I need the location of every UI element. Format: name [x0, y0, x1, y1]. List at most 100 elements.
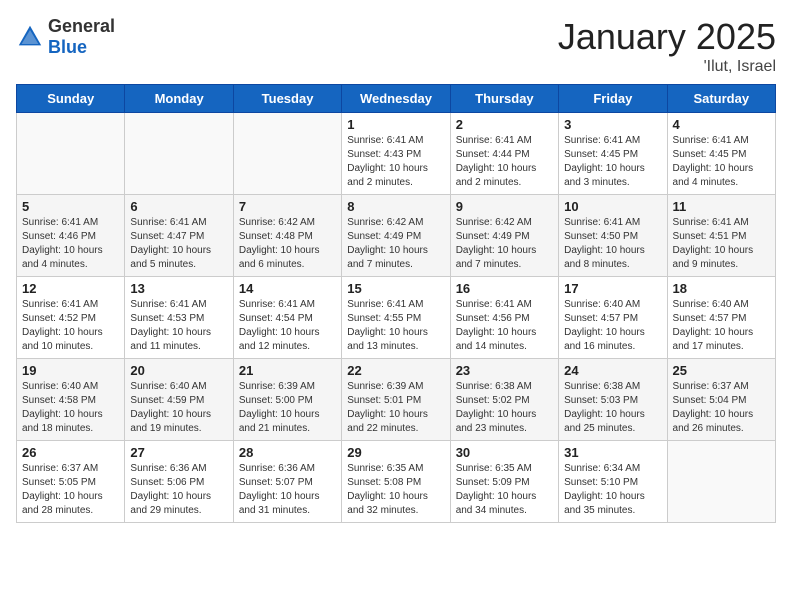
- calendar-cell: 5 Sunrise: 6:41 AM Sunset: 4:46 PM Daylig…: [17, 195, 125, 277]
- calendar-week-row: 19 Sunrise: 6:40 AM Sunset: 4:58 PM Dayli…: [17, 359, 776, 441]
- day-of-week-header: Saturday: [667, 85, 775, 113]
- calendar: SundayMondayTuesdayWednesdayThursdayFrid…: [16, 84, 776, 523]
- day-of-week-header: Monday: [125, 85, 233, 113]
- day-number: 29: [347, 445, 444, 460]
- calendar-cell: 25Sunrise: 6:37 AM Sunset: 5:04 PM Dayli…: [667, 359, 775, 441]
- calendar-cell: 13 Sunrise: 6:41 AM Sunset: 4:53 PM Dayli…: [125, 277, 233, 359]
- calendar-cell: 9 Sunrise: 6:42 AM Sunset: 4:49 PM Daylig…: [450, 195, 558, 277]
- day-info: Sunrise: 6:35 AM Sunset: 5:08 PM Dayligh…: [347, 462, 444, 518]
- calendar-cell: 20 Sunrise: 6:40 AM Sunset: 4:59 PM Dayli…: [125, 359, 233, 441]
- calendar-cell: 18 Sunrise: 6:40 AM Sunset: 4:57 PM Dayli…: [667, 277, 775, 359]
- day-number: 26: [22, 445, 119, 460]
- calendar-cell: [125, 113, 233, 195]
- day-info: Sunrise: 6:34 AM Sunset: 5:10 PM Dayligh…: [564, 462, 661, 518]
- logo: General Blue: [16, 16, 115, 58]
- calendar-header-row: SundayMondayTuesdayWednesdayThursdayFrid…: [17, 85, 776, 113]
- calendar-week-row: 26 Sunrise: 6:37 AM Sunset: 5:05 PM Dayli…: [17, 441, 776, 523]
- day-info: Sunrise: 6:41 AM Sunset: 4:55 PM Dayligh…: [347, 298, 444, 354]
- calendar-cell: 19 Sunrise: 6:40 AM Sunset: 4:58 PM Dayli…: [17, 359, 125, 441]
- day-number: 31: [564, 445, 661, 460]
- day-number: 22: [347, 363, 444, 378]
- day-info: Sunrise: 6:40 AM Sunset: 4:59 PM Dayligh…: [130, 380, 227, 436]
- calendar-cell: 14 Sunrise: 6:41 AM Sunset: 4:54 PM Dayli…: [233, 277, 341, 359]
- calendar-cell: 29 Sunrise: 6:35 AM Sunset: 5:08 PM Dayli…: [342, 441, 450, 523]
- day-number: 21: [239, 363, 336, 378]
- day-number: 4: [673, 117, 770, 132]
- day-info: Sunrise: 6:41 AM Sunset: 4:53 PM Dayligh…: [130, 298, 227, 354]
- day-number: 17: [564, 281, 661, 296]
- day-of-week-header: Tuesday: [233, 85, 341, 113]
- day-info: Sunrise: 6:42 AM Sunset: 4:48 PM Dayligh…: [239, 216, 336, 272]
- logo-general: General: [48, 16, 115, 36]
- day-number: 15: [347, 281, 444, 296]
- title-location: 'Ilut, Israel: [558, 58, 776, 76]
- calendar-cell: [667, 441, 775, 523]
- calendar-cell: 16Sunrise: 6:41 AM Sunset: 4:56 PM Dayli…: [450, 277, 558, 359]
- day-number: 7: [239, 199, 336, 214]
- day-number: 13: [130, 281, 227, 296]
- calendar-cell: 12 Sunrise: 6:41 AM Sunset: 4:52 PM Dayli…: [17, 277, 125, 359]
- day-number: 11: [673, 199, 770, 214]
- calendar-cell: 6 Sunrise: 6:41 AM Sunset: 4:47 PM Daylig…: [125, 195, 233, 277]
- calendar-cell: 4 Sunrise: 6:41 AM Sunset: 4:45 PM Daylig…: [667, 113, 775, 195]
- calendar-week-row: 12 Sunrise: 6:41 AM Sunset: 4:52 PM Dayli…: [17, 277, 776, 359]
- day-info: Sunrise: 6:36 AM Sunset: 5:06 PM Dayligh…: [130, 462, 227, 518]
- calendar-cell: 28Sunrise: 6:36 AM Sunset: 5:07 PM Dayli…: [233, 441, 341, 523]
- day-info: Sunrise: 6:41 AM Sunset: 4:45 PM Dayligh…: [673, 134, 770, 190]
- day-info: Sunrise: 6:42 AM Sunset: 4:49 PM Dayligh…: [347, 216, 444, 272]
- day-number: 5: [22, 199, 119, 214]
- day-number: 24: [564, 363, 661, 378]
- day-number: 3: [564, 117, 661, 132]
- calendar-cell: 23 Sunrise: 6:38 AM Sunset: 5:02 PM Dayli…: [450, 359, 558, 441]
- day-number: 23: [456, 363, 553, 378]
- day-info: Sunrise: 6:39 AM Sunset: 5:01 PM Dayligh…: [347, 380, 444, 436]
- calendar-cell: 15 Sunrise: 6:41 AM Sunset: 4:55 PM Dayli…: [342, 277, 450, 359]
- calendar-cell: 22 Sunrise: 6:39 AM Sunset: 5:01 PM Dayli…: [342, 359, 450, 441]
- day-info: Sunrise: 6:41 AM Sunset: 4:52 PM Dayligh…: [22, 298, 119, 354]
- title-month: January 2025: [558, 16, 776, 58]
- day-info: Sunrise: 6:37 AM Sunset: 5:05 PM Dayligh…: [22, 462, 119, 518]
- day-info: Sunrise: 6:41 AM Sunset: 4:43 PM Dayligh…: [347, 134, 444, 190]
- day-number: 19: [22, 363, 119, 378]
- day-number: 10: [564, 199, 661, 214]
- day-number: 1: [347, 117, 444, 132]
- day-info: Sunrise: 6:40 AM Sunset: 4:57 PM Dayligh…: [673, 298, 770, 354]
- day-info: Sunrise: 6:41 AM Sunset: 4:46 PM Dayligh…: [22, 216, 119, 272]
- title-block: January 2025 'Ilut, Israel: [558, 16, 776, 76]
- day-info: Sunrise: 6:41 AM Sunset: 4:44 PM Dayligh…: [456, 134, 553, 190]
- day-info: Sunrise: 6:40 AM Sunset: 4:58 PM Dayligh…: [22, 380, 119, 436]
- page-header: General Blue January 2025 'Ilut, Israel: [16, 16, 776, 76]
- day-number: 14: [239, 281, 336, 296]
- day-number: 2: [456, 117, 553, 132]
- day-info: Sunrise: 6:42 AM Sunset: 4:49 PM Dayligh…: [456, 216, 553, 272]
- calendar-week-row: 1 Sunrise: 6:41 AM Sunset: 4:43 PM Daylig…: [17, 113, 776, 195]
- calendar-cell: 17Sunrise: 6:40 AM Sunset: 4:57 PM Dayli…: [559, 277, 667, 359]
- day-info: Sunrise: 6:35 AM Sunset: 5:09 PM Dayligh…: [456, 462, 553, 518]
- day-of-week-header: Sunday: [17, 85, 125, 113]
- calendar-cell: 21Sunrise: 6:39 AM Sunset: 5:00 PM Dayli…: [233, 359, 341, 441]
- day-info: Sunrise: 6:38 AM Sunset: 5:03 PM Dayligh…: [564, 380, 661, 436]
- day-number: 18: [673, 281, 770, 296]
- logo-icon: [16, 23, 44, 51]
- logo-blue: Blue: [48, 37, 87, 57]
- calendar-cell: 30Sunrise: 6:35 AM Sunset: 5:09 PM Dayli…: [450, 441, 558, 523]
- calendar-cell: 7 Sunrise: 6:42 AM Sunset: 4:48 PM Daylig…: [233, 195, 341, 277]
- day-info: Sunrise: 6:41 AM Sunset: 4:54 PM Dayligh…: [239, 298, 336, 354]
- day-of-week-header: Wednesday: [342, 85, 450, 113]
- day-info: Sunrise: 6:41 AM Sunset: 4:47 PM Dayligh…: [130, 216, 227, 272]
- day-number: 6: [130, 199, 227, 214]
- logo-text: General Blue: [48, 16, 115, 58]
- calendar-cell: 10Sunrise: 6:41 AM Sunset: 4:50 PM Dayli…: [559, 195, 667, 277]
- day-of-week-header: Thursday: [450, 85, 558, 113]
- day-info: Sunrise: 6:38 AM Sunset: 5:02 PM Dayligh…: [456, 380, 553, 436]
- day-info: Sunrise: 6:41 AM Sunset: 4:45 PM Dayligh…: [564, 134, 661, 190]
- calendar-cell: 26 Sunrise: 6:37 AM Sunset: 5:05 PM Dayli…: [17, 441, 125, 523]
- day-number: 20: [130, 363, 227, 378]
- calendar-cell: 1 Sunrise: 6:41 AM Sunset: 4:43 PM Daylig…: [342, 113, 450, 195]
- day-number: 9: [456, 199, 553, 214]
- day-info: Sunrise: 6:41 AM Sunset: 4:51 PM Dayligh…: [673, 216, 770, 272]
- calendar-cell: 24 Sunrise: 6:38 AM Sunset: 5:03 PM Dayli…: [559, 359, 667, 441]
- calendar-week-row: 5 Sunrise: 6:41 AM Sunset: 4:46 PM Daylig…: [17, 195, 776, 277]
- day-number: 12: [22, 281, 119, 296]
- day-number: 16: [456, 281, 553, 296]
